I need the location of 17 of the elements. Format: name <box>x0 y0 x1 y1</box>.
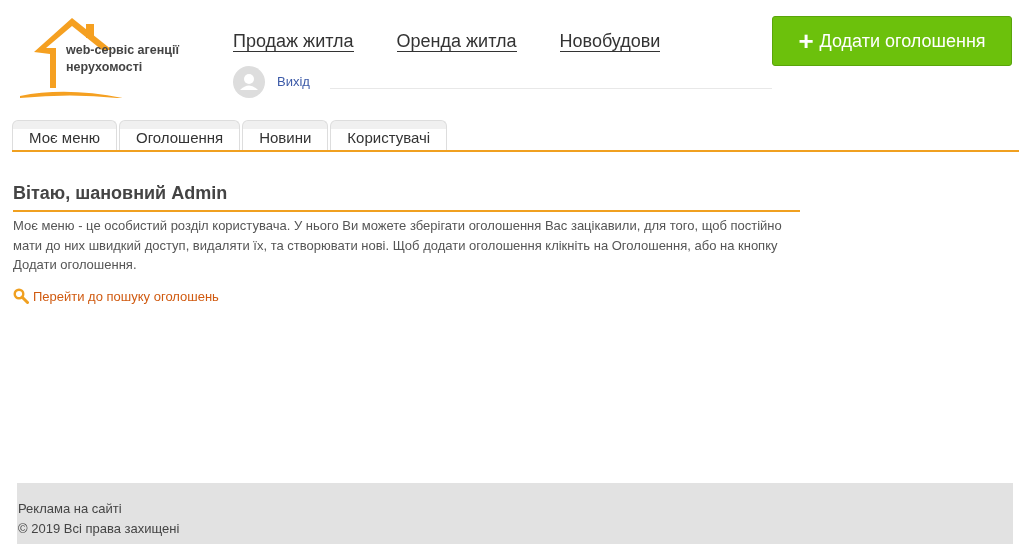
tab[interactable]: Користувачі <box>330 120 448 150</box>
advertising-link[interactable]: Реклама на сайті <box>18 499 1013 519</box>
avatar-icon <box>233 66 265 98</box>
copyright-text: © 2019 Всі права захищені <box>18 519 181 538</box>
tab[interactable]: Моє меню <box>12 120 117 150</box>
tab[interactable]: Новини <box>242 120 329 150</box>
intro-paragraph: Моє меню - це особистий розділ користувача. У нього Ви можете зберігати оголошення Вас зацікавили, для того, щоб постійно мати до них швидкий доступ, видаляти їх, та створювати нові. Щоб додати оголошення клікніть на Оголошення, або на кнопку Додати оголошення. <box>13 217 783 274</box>
logout-link[interactable]: Вихід <box>277 72 310 92</box>
nav-link[interactable]: Оренда житла <box>396 31 517 52</box>
search-listings-link[interactable]: Перейти до пошуку оголошень <box>33 286 219 306</box>
greeting-heading: Вітаю, шановний Admin <box>13 180 800 212</box>
nav-link[interactable]: Продаж житла <box>233 31 354 52</box>
plus-icon: + <box>798 28 814 54</box>
logo-text: web-сервіс агенції нерухомості <box>66 42 181 76</box>
search-icon <box>13 288 29 305</box>
tab[interactable]: Оголошення <box>119 120 241 150</box>
nav-link[interactable]: Новобудови <box>559 31 661 52</box>
